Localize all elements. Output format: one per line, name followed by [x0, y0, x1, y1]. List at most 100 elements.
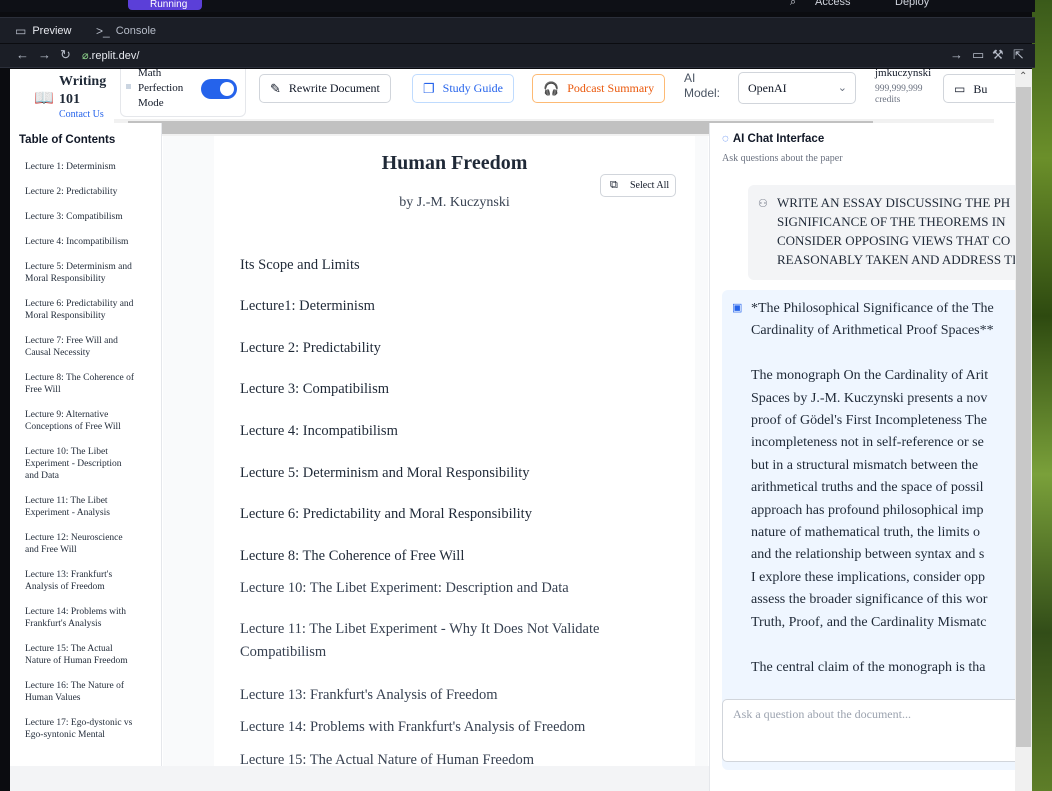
- ai-model-label: AI Model:: [684, 71, 721, 100]
- math-perfection-toggle[interactable]: [201, 79, 237, 99]
- document-line: Lecture 13: Frankfurt's Analysis of Free…: [240, 687, 498, 703]
- credits-count: 999,999,999 credits: [875, 84, 923, 105]
- toggle-knob: [220, 82, 234, 96]
- toc-item[interactable]: Lecture 9: Alternative Conceptions of Fr…: [25, 409, 137, 433]
- user-message: ⚇ WRITE AN ESSAY DISCUSSING THE PH SIGNI…: [748, 185, 1015, 280]
- toc-item[interactable]: Lecture 13: Frankfurt's Analysis of Free…: [25, 569, 137, 593]
- monitor-icon: ▭: [15, 24, 27, 38]
- search-icon[interactable]: ⌕: [790, 0, 796, 9]
- toc-item[interactable]: Lecture 2: Predictability: [25, 186, 137, 198]
- bot-icon: ▣: [732, 302, 743, 314]
- toc-item[interactable]: Lecture 5: Determinism and Moral Respons…: [25, 261, 137, 285]
- document-title: Human Freedom: [381, 152, 528, 174]
- scroll-up-icon[interactable]: ⌃: [1019, 71, 1027, 82]
- document-author: by J.-M. Kuczynski: [399, 195, 510, 210]
- toc-item[interactable]: Lecture 16: The Nature of Human Values: [25, 680, 137, 704]
- chat-title-text: AI Chat Interface: [732, 133, 825, 145]
- toc-item[interactable]: Lecture 4: Incompatibilism: [25, 236, 137, 248]
- open-external-icon[interactable]: ⇱: [1013, 47, 1024, 63]
- ai-chat-panel: ◌ AI Chat Interface Ask questions about t…: [709, 123, 1015, 791]
- card-icon: ▭: [954, 82, 966, 96]
- toc-item[interactable]: Lecture 14: Problems with Frankfurt's An…: [25, 606, 137, 630]
- toc-item[interactable]: Lecture 17: Ego-dystonic vs Ego-syntonic…: [25, 717, 137, 741]
- ai-model-value: OpenAI: [748, 81, 787, 95]
- chat-bubble-icon: ◌: [722, 133, 729, 145]
- toc-item[interactable]: Lecture 8: The Coherence of Free Will: [25, 372, 137, 396]
- toc-item[interactable]: Lecture 15: The Actual Nature of Human F…: [25, 643, 137, 667]
- chevron-down-icon: ⌄: [837, 82, 847, 94]
- toc-item[interactable]: Lecture 7: Free Will and Causal Necessit…: [25, 335, 137, 359]
- vertical-scrollbar[interactable]: ⌃: [1015, 69, 1032, 791]
- user-icon: ⚇: [758, 198, 768, 210]
- ai-message-text: *The Philosophical Significance of the T…: [751, 301, 994, 675]
- access-button[interactable]: Access: [815, 0, 850, 8]
- document-line: Lecture 14: Problems with Frankfurt's An…: [240, 719, 586, 735]
- buy-credits-button[interactable]: ▭ Bu: [943, 74, 1015, 103]
- document-line: Lecture1: Determinism: [240, 298, 375, 314]
- drag-handle-icon: [126, 84, 131, 89]
- tab-bar: ▭ Preview >_ Console: [0, 17, 1035, 43]
- document-line: Its Scope and Limits: [240, 257, 360, 273]
- document-line: Lecture 5: Determinism and Moral Respons…: [240, 465, 530, 481]
- ai-message: ▣ *The Philosophical Significance of the…: [722, 290, 1015, 770]
- select-all-label: Select All: [630, 180, 670, 191]
- study-guide-button[interactable]: ❐ Study Guide: [412, 74, 514, 103]
- document-page: Human Freedom by J.-M. Kuczynski ⧉ Selec…: [214, 136, 695, 766]
- toc-title: Table of Contents: [19, 134, 116, 146]
- deploy-button[interactable]: Deploy: [895, 0, 929, 8]
- copy-icon: ⧉: [610, 179, 618, 191]
- book-icon: ❐: [423, 80, 435, 96]
- toc-item[interactable]: Lecture 11: The Libet Experiment - Analy…: [25, 495, 137, 519]
- footer-area: [10, 766, 709, 791]
- math-perfection-panel: Math Perfection Mode: [120, 69, 246, 117]
- running-badge[interactable]: Running: [128, 0, 202, 10]
- document-line: Lecture 11: The Libet Experiment - Why I…: [240, 621, 600, 660]
- select-all-button[interactable]: ⧉ Select All: [600, 174, 676, 197]
- document-line: Lecture 2: Predictability: [240, 340, 381, 356]
- toc-item[interactable]: Lecture 3: Compatibilism: [25, 211, 137, 223]
- forward-arrow-icon[interactable]: →: [38, 47, 51, 62]
- url-prefix: ⌀: [82, 50, 89, 62]
- toc-item[interactable]: Lecture 10: The Libet Experiment - Descr…: [25, 446, 137, 482]
- toc-list: Lecture 1: Determinism Lecture 2: Predict…: [25, 161, 137, 754]
- vertical-scroll-thumb[interactable]: [1016, 87, 1031, 747]
- document-line: Lecture 4: Incompatibilism: [240, 423, 398, 439]
- chat-question-input[interactable]: Ask a question about the document...: [722, 699, 1015, 762]
- document-line: Lecture 8: The Coherence of Free Will: [240, 548, 465, 564]
- brand-title: Writing 101: [59, 74, 107, 107]
- rewrite-document-button[interactable]: ✎ Rewrite Document: [259, 74, 391, 103]
- desktop-background: [1032, 0, 1052, 791]
- url-text: .replit.dev/: [88, 50, 140, 62]
- back-arrow-icon[interactable]: ←: [16, 47, 29, 62]
- study-label: Study Guide: [442, 81, 503, 95]
- workspace-top-bar: Running ⌕ Access Deploy: [0, 0, 1035, 12]
- chat-subtitle: Ask questions about the paper: [722, 153, 843, 164]
- chat-title: ◌ AI Chat Interface: [722, 133, 824, 145]
- toc-item[interactable]: Lecture 1: Determinism: [25, 161, 137, 173]
- podcast-summary-button[interactable]: 🎧 Podcast Summary: [532, 74, 666, 103]
- table-of-contents-sidebar: Table of Contents Lecture 1: Determinism…: [10, 123, 162, 766]
- book-open-icon: 📖: [34, 90, 54, 107]
- tab-preview[interactable]: ▭ Preview: [15, 18, 71, 44]
- document-line: Lecture 6: Predictability and Moral Resp…: [240, 506, 532, 522]
- wrench-icon[interactable]: ⚒: [992, 47, 1004, 63]
- toc-item[interactable]: Lecture 12: Neuroscience and Free Will: [25, 532, 137, 556]
- user-message-text: WRITE AN ESSAY DISCUSSING THE PH SIGNIFI…: [777, 195, 1015, 267]
- address-bar: ← → ↻ ⌀.replit.dev/ → ▭ ⚒ ⇱: [0, 44, 1035, 68]
- url-field[interactable]: ⌀.replit.dev/: [82, 49, 139, 62]
- contact-link[interactable]: Contact Us: [59, 109, 104, 120]
- toc-item[interactable]: Lecture 6: Predictability and Moral Resp…: [25, 298, 137, 322]
- app-header: 📖 Writing 101 Contact Us Math Perfection…: [10, 69, 1015, 120]
- math-perfection-label: Math Perfection Mode: [138, 69, 184, 109]
- devices-icon[interactable]: ▭: [972, 47, 984, 63]
- go-arrow-icon[interactable]: →: [950, 47, 963, 62]
- buy-label: Bu: [973, 82, 988, 96]
- tab-console-label: Console: [115, 25, 157, 37]
- document-line: Lecture 3: Compatibilism: [240, 381, 390, 397]
- terminal-icon: >_: [96, 24, 110, 38]
- tab-preview-label: Preview: [32, 25, 72, 37]
- reload-icon[interactable]: ↻: [60, 47, 71, 63]
- rewrite-label: Rewrite Document: [288, 81, 380, 95]
- tab-console[interactable]: >_ Console: [96, 18, 156, 44]
- ai-model-select[interactable]: OpenAI ⌄: [738, 72, 856, 104]
